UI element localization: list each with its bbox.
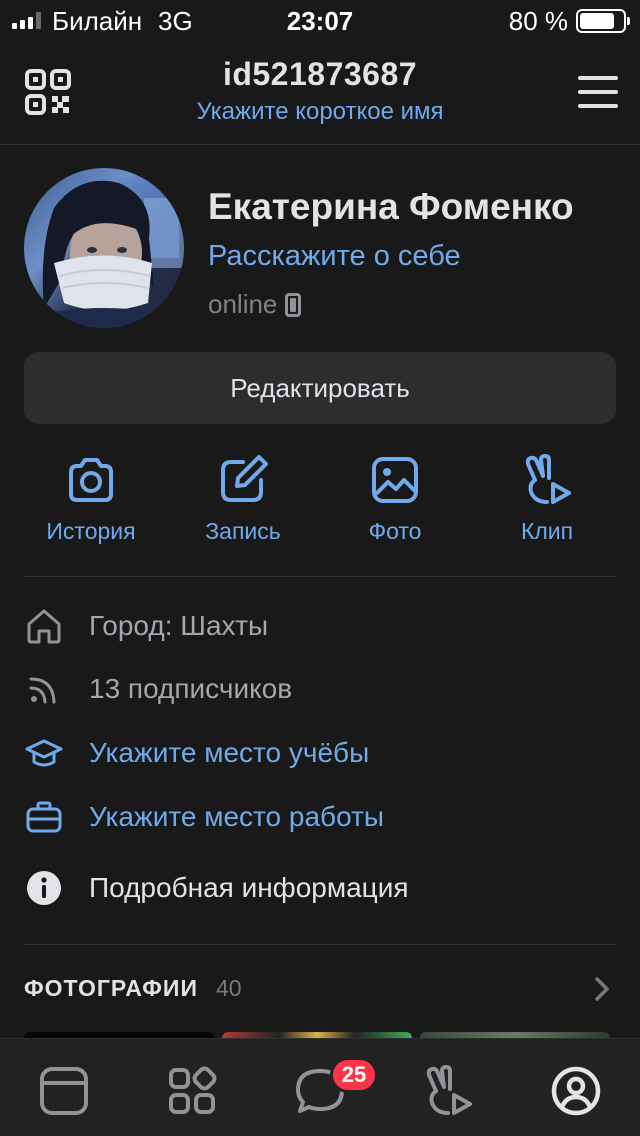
home-icon <box>27 609 61 644</box>
photos-count: 40 <box>215 974 242 1001</box>
quick-actions: История Запись Фото Клип <box>0 454 640 554</box>
chevron-right-icon <box>595 977 609 1001</box>
city-text: Город: Шахты <box>89 610 269 641</box>
photos-title: ФОТОГРАФИИ <box>24 974 198 1001</box>
image-icon <box>372 457 418 503</box>
action-photo-label: Фото <box>368 518 422 544</box>
action-clip[interactable]: Клип <box>472 454 622 545</box>
education-link: Укажите место учёбы <box>89 737 370 768</box>
online-status-text: online <box>208 289 278 319</box>
camera-icon <box>69 458 113 502</box>
mobile-phone-icon <box>285 292 302 317</box>
followers-text: 13 подписчиков <box>89 673 293 704</box>
battery-icon <box>576 9 630 33</box>
avatar[interactable] <box>24 168 184 328</box>
hamburger-menu-icon[interactable] <box>578 76 618 108</box>
clip-icon <box>525 454 571 504</box>
action-story-label: История <box>46 518 136 544</box>
action-clip-label: Клип <box>520 518 574 544</box>
profile-icon[interactable] <box>546 1061 606 1121</box>
briefcase-icon <box>26 801 62 833</box>
info-followers[interactable]: 13 подписчиков <box>24 669 616 709</box>
profile-id-title: id521873687 <box>222 56 418 92</box>
info-work[interactable]: Укажите место работы <box>24 797 616 837</box>
messages-badge: 25 <box>330 1057 378 1093</box>
profile-header: id521873687 Укажите короткое имя <box>0 40 640 145</box>
action-photo[interactable]: Фото <box>320 454 470 545</box>
clips-icon[interactable] <box>418 1061 478 1121</box>
avatar-photo-icon <box>24 178 184 328</box>
info-education[interactable]: Укажите место учёбы <box>24 733 616 773</box>
about-link[interactable]: Расскажите о себе <box>208 240 461 273</box>
online-status: online <box>208 289 302 320</box>
bottom-tab-bar: 25 <box>0 1038 640 1136</box>
rss-feed-icon <box>29 677 56 704</box>
graduation-cap-icon <box>25 739 63 767</box>
profile-name: Екатерина Фоменко <box>208 186 574 227</box>
services-icon[interactable] <box>162 1061 222 1121</box>
action-story[interactable]: История <box>16 454 166 545</box>
details-link: Подробная информация <box>89 872 409 903</box>
action-post[interactable]: Запись <box>168 454 318 545</box>
divider <box>24 944 616 945</box>
divider <box>24 576 616 577</box>
feed-icon[interactable] <box>34 1061 94 1121</box>
short-name-link[interactable]: Укажите короткое имя <box>0 98 640 126</box>
info-icon <box>27 871 61 905</box>
info-city: Город: Шахты <box>24 606 616 646</box>
edit-icon <box>221 455 268 502</box>
info-details[interactable]: Подробная информация <box>24 868 616 908</box>
edit-profile-button[interactable]: Редактировать <box>24 352 616 424</box>
action-post-label: Запись <box>205 518 281 544</box>
work-link: Укажите место работы <box>89 801 384 832</box>
photos-section-header[interactable]: ФОТОГРАФИИ 40 <box>24 968 616 1008</box>
battery-percentage: 80 % <box>508 6 568 36</box>
status-bar: Билайн 3G 23:07 80 % <box>0 0 640 40</box>
